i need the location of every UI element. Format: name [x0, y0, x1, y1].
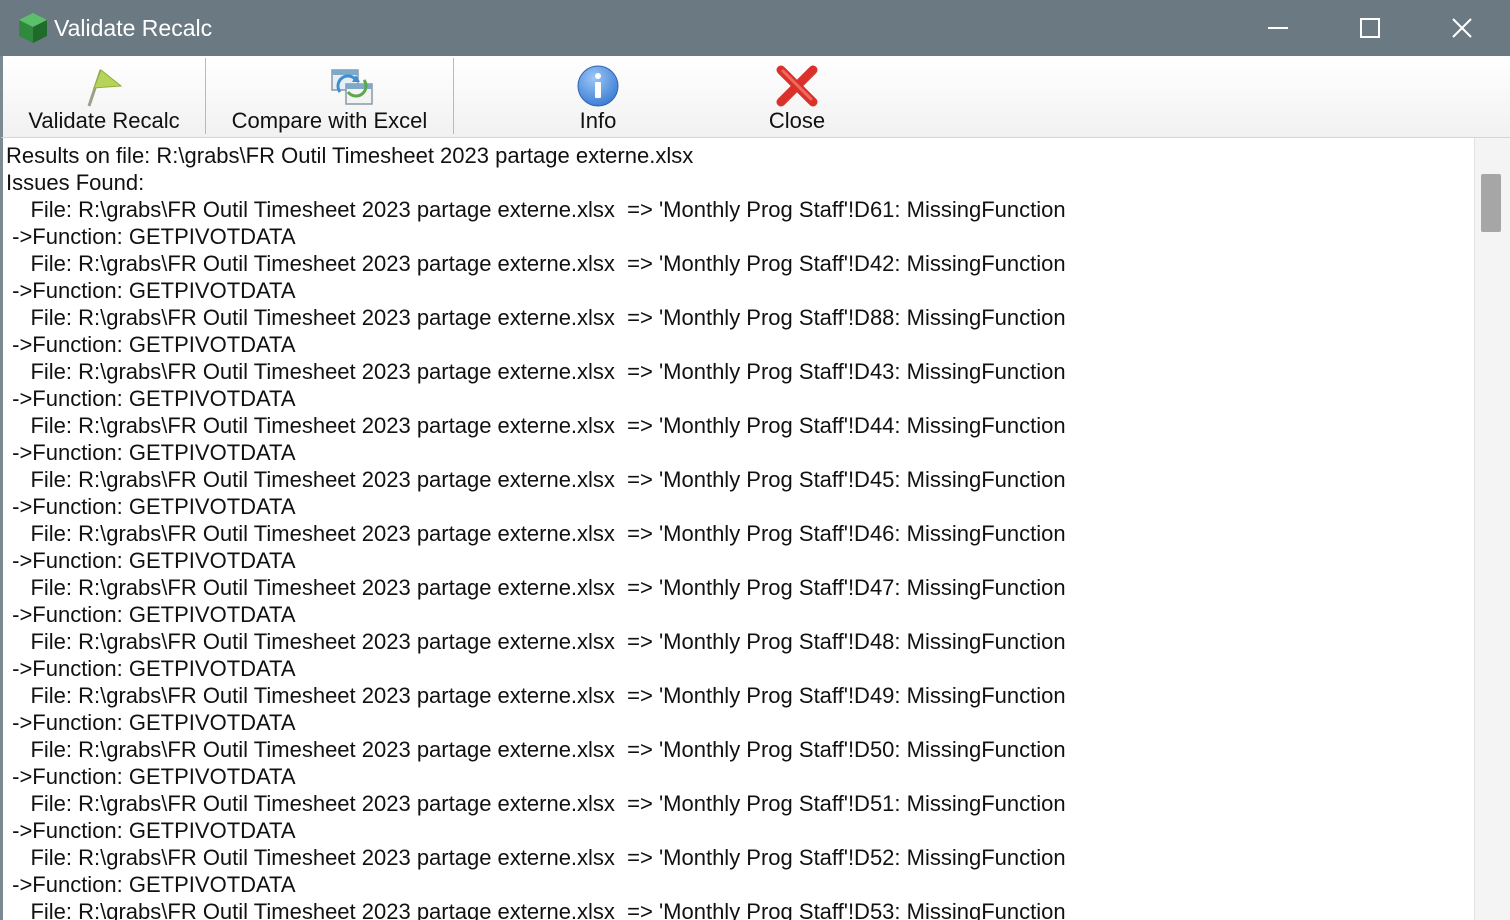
toolbar: Validate Recalc Compare with Excel Info …	[0, 56, 1510, 138]
log-line: ->Function: GETPIVOTDATA	[6, 386, 296, 411]
green-cube-icon	[18, 12, 48, 44]
log-line: ->Function: GETPIVOTDATA	[6, 440, 296, 465]
scrollbar-thumb[interactable]	[1481, 174, 1501, 232]
title-bar[interactable]: Validate Recalc	[0, 0, 1510, 56]
log-line: File: R:\grabs\FR Outil Timesheet 2023 p…	[6, 251, 1066, 276]
log-line: File: R:\grabs\FR Outil Timesheet 2023 p…	[6, 629, 1066, 654]
compare-sync-icon	[330, 64, 374, 108]
info-label: Info	[579, 108, 617, 133]
toolbar-separator	[453, 58, 454, 134]
red-x-icon	[775, 64, 819, 108]
issues-found-label: Issues Found:	[6, 170, 145, 195]
log-line: ->Function: GETPIVOTDATA	[6, 602, 296, 627]
log-line: File: R:\grabs\FR Outil Timesheet 2023 p…	[6, 305, 1066, 330]
close-button[interactable]: Close	[697, 56, 897, 137]
maximize-icon	[1360, 18, 1380, 38]
minimize-icon	[1268, 27, 1288, 29]
minimize-button[interactable]	[1232, 0, 1324, 56]
log-line: File: R:\grabs\FR Outil Timesheet 2023 p…	[6, 197, 1066, 222]
results-text-area[interactable]: Results on file: R:\grabs\FR Outil Times…	[0, 138, 1474, 920]
log-line: ->Function: GETPIVOTDATA	[6, 872, 296, 897]
window-title: Validate Recalc	[54, 15, 213, 41]
close-window-button[interactable]	[1416, 0, 1508, 56]
log-line: File: R:\grabs\FR Outil Timesheet 2023 p…	[6, 845, 1066, 870]
log-line: File: R:\grabs\FR Outil Timesheet 2023 p…	[6, 467, 1066, 492]
results-header: Results on file: R:\grabs\FR Outil Times…	[6, 143, 694, 168]
validate-recalc-button[interactable]: Validate Recalc	[3, 56, 205, 137]
log-line: ->Function: GETPIVOTDATA	[6, 332, 296, 357]
log-line: File: R:\grabs\FR Outil Timesheet 2023 p…	[6, 575, 1066, 600]
log-line: File: R:\grabs\FR Outil Timesheet 2023 p…	[6, 899, 1066, 920]
log-line: File: R:\grabs\FR Outil Timesheet 2023 p…	[6, 683, 1066, 708]
info-icon	[576, 64, 620, 108]
log-line: File: R:\grabs\FR Outil Timesheet 2023 p…	[6, 521, 1066, 546]
maximize-button[interactable]	[1324, 0, 1416, 56]
compare-with-excel-button[interactable]: Compare with Excel	[206, 56, 453, 137]
flag-icon	[81, 64, 125, 108]
validate-recalc-window: Validate Recalc Validate Recalc Compare …	[0, 0, 1510, 920]
log-line: ->Function: GETPIVOTDATA	[6, 494, 296, 519]
log-line: File: R:\grabs\FR Outil Timesheet 2023 p…	[6, 413, 1066, 438]
log-line: ->Function: GETPIVOTDATA	[6, 710, 296, 735]
vertical-scrollbar[interactable]	[1474, 138, 1510, 920]
log-line: File: R:\grabs\FR Outil Timesheet 2023 p…	[6, 737, 1066, 762]
log-line: ->Function: GETPIVOTDATA	[6, 278, 296, 303]
compare-with-excel-label: Compare with Excel	[231, 108, 428, 133]
close-icon	[1452, 18, 1472, 38]
info-button[interactable]: Info	[498, 56, 698, 137]
log-line: ->Function: GETPIVOTDATA	[6, 818, 296, 843]
close-label: Close	[768, 108, 826, 133]
log-line: ->Function: GETPIVOTDATA	[6, 656, 296, 681]
log-line: File: R:\grabs\FR Outil Timesheet 2023 p…	[6, 791, 1066, 816]
validate-recalc-label: Validate Recalc	[28, 108, 180, 133]
log-line: ->Function: GETPIVOTDATA	[6, 764, 296, 789]
log-line: File: R:\grabs\FR Outil Timesheet 2023 p…	[6, 359, 1066, 384]
log-line: ->Function: GETPIVOTDATA	[6, 548, 296, 573]
log-line: ->Function: GETPIVOTDATA	[6, 224, 296, 249]
